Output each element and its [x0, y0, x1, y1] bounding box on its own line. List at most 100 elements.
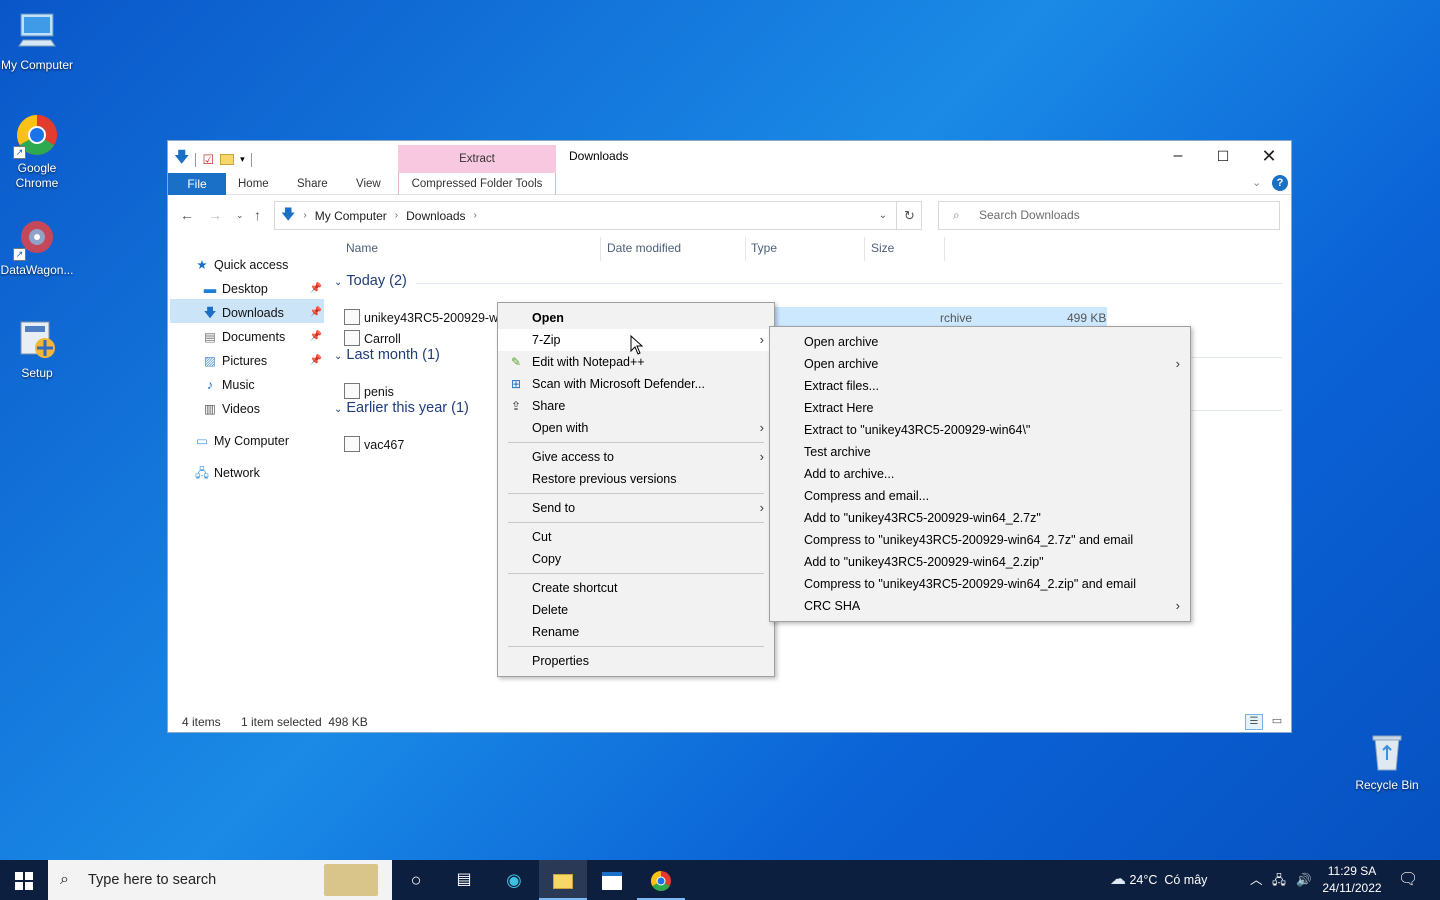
nav-desktop[interactable]: ▬ Desktop 📌 — [202, 278, 322, 300]
tab-file[interactable]: File — [168, 173, 226, 195]
up-arrow-icon[interactable]: ↑ — [254, 207, 261, 223]
submenu-add-7z[interactable]: Add to "unikey43RC5-200929-win64_2.7z" — [770, 507, 1190, 529]
tab-share[interactable]: Share — [297, 173, 328, 195]
menu-open-with[interactable]: Open with › — [498, 417, 774, 439]
submenu-extract-to[interactable]: Extract to "unikey43RC5-200929-win64\" — [770, 419, 1190, 441]
desktop-icon-setup[interactable]: Setup — [0, 318, 74, 381]
forward-arrow-icon[interactable]: → — [208, 207, 222, 223]
submenu-extract-files[interactable]: Extract files... — [770, 375, 1190, 397]
close-button[interactable]: ✕ — [1246, 141, 1292, 171]
breadcrumb-my-computer[interactable]: My Computer — [315, 209, 387, 223]
minimize-button[interactable]: – — [1155, 141, 1201, 171]
group-today[interactable]: ⌄ Today (2) — [334, 273, 407, 289]
menu-delete[interactable]: Delete — [498, 599, 774, 621]
menu-create-shortcut[interactable]: Create shortcut — [498, 577, 774, 599]
desktop-icon-google-chrome[interactable]: ↗ Google Chrome — [0, 113, 74, 191]
large-icons-view-icon[interactable]: ▭ — [1268, 714, 1286, 730]
menu-scan-defender[interactable]: ⊞ Scan with Microsoft Defender... — [498, 373, 774, 395]
pin-icon[interactable]: 📌 — [310, 350, 322, 372]
menu-properties[interactable]: Properties — [498, 650, 774, 672]
nav-music[interactable]: ♪ Music — [202, 374, 255, 396]
submenu-compress-7z-email[interactable]: Compress to "unikey43RC5-200929-win64_2.… — [770, 529, 1190, 551]
nav-network[interactable]: 🖧 Network — [194, 462, 260, 484]
address-bar[interactable]: 🡇 › My Computer › Downloads › ⌄ — [274, 201, 922, 230]
details-view-icon[interactable]: ☰ — [1245, 714, 1263, 730]
desktop-icon-datawagon[interactable]: ↗ DataWagon... — [0, 215, 74, 278]
submenu-add-zip[interactable]: Add to "unikey43RC5-200929-win64_2.zip" — [770, 551, 1190, 573]
file-row[interactable]: unikey43RC5-200929-win — [344, 307, 508, 329]
taskbar-search-box[interactable]: ⌕ Type here to search — [48, 860, 392, 900]
group-earlier-this-year[interactable]: ⌄ Earlier this year (1) — [334, 400, 469, 416]
pin-icon[interactable]: 📌 — [310, 326, 322, 348]
new-folder-icon[interactable] — [220, 154, 235, 165]
menu-give-access[interactable]: Give access to › — [498, 446, 774, 468]
menu-cut[interactable]: Cut — [498, 526, 774, 548]
column-divider[interactable] — [944, 237, 945, 261]
menu-rename[interactable]: Rename — [498, 621, 774, 643]
ribbon-expand-icon[interactable]: ⌄ — [1252, 176, 1261, 189]
submenu-crc-sha[interactable]: CRC SHA › — [770, 595, 1190, 617]
menu-share[interactable]: ⇪ Share — [498, 395, 774, 417]
desktop-icon-recycle-bin[interactable]: Recycle Bin — [1350, 730, 1424, 793]
column-divider[interactable] — [745, 237, 746, 261]
taskbar-clock[interactable]: 11:29 SA 24/11/2022 — [1316, 863, 1388, 897]
group-last-month[interactable]: ⌄ Last month (1) — [334, 347, 440, 363]
extract-tab[interactable]: Extract — [398, 145, 556, 173]
start-button[interactable] — [0, 860, 48, 900]
nav-quick-access[interactable]: ★ Quick access — [194, 254, 288, 276]
properties-check-icon[interactable]: ☑ — [202, 152, 214, 168]
network-status-button[interactable]: 🖧 — [1272, 860, 1286, 900]
help-icon[interactable]: ? — [1272, 175, 1288, 191]
nav-pictures[interactable]: ▨ Pictures 📌 — [202, 350, 322, 372]
nav-my-computer[interactable]: ▭ My Computer — [194, 430, 289, 452]
menu-send-to[interactable]: Send to › — [498, 497, 774, 519]
submenu-compress-zip-email[interactable]: Compress to "unikey43RC5-200929-win64_2.… — [770, 573, 1190, 595]
task-view-button[interactable]: ▤ — [440, 860, 488, 900]
weather-widget[interactable]: ☁ 24°C Có mây — [1110, 860, 1207, 900]
column-name[interactable]: Name — [346, 241, 378, 255]
show-hidden-icons-button[interactable]: ︿ — [1250, 860, 1263, 900]
cortana-button[interactable]: ○ — [392, 860, 440, 900]
submenu-open-archive[interactable]: Open archive — [770, 331, 1190, 353]
column-date-modified[interactable]: Date modified — [607, 241, 681, 255]
taskbar-store[interactable] — [588, 860, 636, 900]
menu-open[interactable]: Open — [498, 307, 774, 329]
address-dropdown-icon[interactable]: ⌄ — [879, 210, 887, 221]
pin-icon[interactable]: 📌 — [310, 302, 322, 324]
search-input[interactable]: ⌕ Search Downloads — [938, 201, 1280, 230]
notifications-button[interactable]: 🗨 — [1398, 860, 1418, 900]
nav-documents[interactable]: ▤ Documents 📌 — [202, 326, 322, 348]
nav-videos[interactable]: ▥ Videos — [202, 398, 260, 420]
taskbar-edge[interactable]: ◉ — [490, 860, 538, 900]
submenu-add-to-archive[interactable]: Add to archive... — [770, 463, 1190, 485]
breadcrumb-downloads[interactable]: Downloads — [406, 209, 465, 223]
menu-restore-versions[interactable]: Restore previous versions — [498, 468, 774, 490]
column-size[interactable]: Size — [871, 241, 894, 255]
qat-dropdown-icon[interactable]: ▾ — [240, 154, 245, 165]
search-highlight-illustration[interactable] — [324, 864, 378, 896]
file-row[interactable]: vac467 — [344, 434, 404, 456]
menu-copy[interactable]: Copy — [498, 548, 774, 570]
tab-view[interactable]: View — [356, 173, 381, 195]
tab-home[interactable]: Home — [238, 173, 269, 195]
submenu-compress-email[interactable]: Compress and email... — [770, 485, 1190, 507]
column-divider[interactable] — [600, 237, 601, 261]
taskbar-file-explorer[interactable] — [539, 860, 587, 900]
refresh-button[interactable]: ↻ — [896, 201, 922, 230]
column-divider[interactable] — [864, 237, 865, 261]
volume-button[interactable]: 🔊 — [1296, 860, 1312, 900]
nav-downloads[interactable]: 🡇 Downloads 📌 — [202, 302, 322, 324]
download-arrow-icon[interactable]: 🡇 — [174, 147, 189, 172]
submenu-test-archive[interactable]: Test archive — [770, 441, 1190, 463]
maximize-button[interactable]: ☐ — [1200, 141, 1246, 171]
submenu-extract-here[interactable]: Extract Here — [770, 397, 1190, 419]
star-icon: ★ — [196, 258, 208, 272]
column-type[interactable]: Type — [751, 241, 777, 255]
tab-compressed-folder-tools[interactable]: Compressed Folder Tools — [398, 173, 556, 195]
taskbar-chrome[interactable] — [637, 860, 685, 900]
pin-icon[interactable]: 📌 — [310, 278, 322, 300]
submenu-open-archive-type[interactable]: Open archive › — [770, 353, 1190, 375]
desktop-icon-my-computer[interactable]: My Computer — [0, 10, 74, 73]
back-arrow-icon[interactable]: ← — [180, 207, 194, 223]
recent-locations-icon[interactable]: ⌄ — [236, 210, 244, 221]
